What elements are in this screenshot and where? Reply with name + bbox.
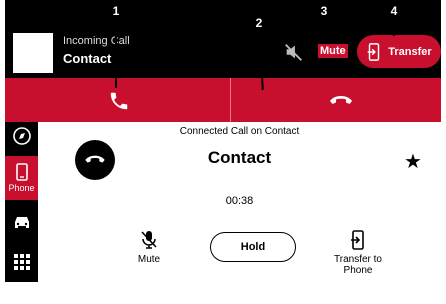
transfer-button[interactable]: Transfer — [357, 35, 441, 68]
speaker-muted-icon[interactable] — [283, 41, 305, 63]
sidebar-item-navigation[interactable] — [5, 126, 38, 154]
callout-line-1 — [115, 18, 117, 88]
avatar — [13, 33, 53, 73]
transfer-to-phone-label: Transfer to Phone — [334, 254, 382, 276]
call-panel: Connected Call on Contact Contact ★ 00:3… — [38, 122, 441, 282]
transfer-label: Transfer — [388, 45, 432, 58]
transfer-phone-icon — [351, 230, 364, 250]
answer-call-icon[interactable] — [108, 90, 130, 112]
end-call-icon[interactable] — [328, 90, 354, 112]
sidebar-item-label: Phone — [8, 183, 35, 193]
call-header: Incoming Call Contact Mute Transfer — [5, 0, 441, 78]
mute-status-badge: Mute — [318, 44, 348, 58]
action-divider — [230, 78, 231, 122]
hold-button[interactable]: Hold — [210, 232, 296, 262]
car-icon — [14, 217, 29, 228]
grid-icon — [13, 254, 30, 270]
mute-label: Mute — [137, 254, 161, 265]
sidebar-item-vehicle[interactable] — [5, 214, 38, 238]
sidebar: Phone — [5, 122, 38, 282]
call-timer: 00:38 — [225, 195, 254, 207]
sidebar-item-apps[interactable] — [5, 254, 38, 278]
mute-button[interactable]: Mute — [132, 230, 166, 265]
header-contact-name: Contact — [63, 51, 112, 66]
callout-3: 3 — [314, 1, 334, 21]
favorite-star-icon[interactable]: ★ — [404, 149, 422, 174]
contact-name: Contact — [207, 148, 272, 167]
callout-2: 2 — [249, 13, 269, 33]
hold-label: Hold — [240, 241, 266, 253]
phone-icon — [15, 163, 28, 181]
callout-line-3 — [323, 18, 325, 44]
incoming-call-label: Incoming Call — [63, 35, 130, 47]
callout-1: 1 — [106, 1, 126, 21]
transfer-to-phone-button[interactable]: Transfer to Phone — [326, 230, 390, 276]
call-status: Connected Call on Contact — [179, 126, 300, 137]
transfer-phone-icon — [367, 42, 380, 61]
call-action-bar — [5, 78, 441, 122]
compass-icon — [12, 127, 31, 145]
sidebar-item-phone[interactable]: Phone — [5, 156, 38, 200]
callout-4: 4 — [384, 1, 404, 21]
mic-muted-icon — [141, 231, 157, 249]
